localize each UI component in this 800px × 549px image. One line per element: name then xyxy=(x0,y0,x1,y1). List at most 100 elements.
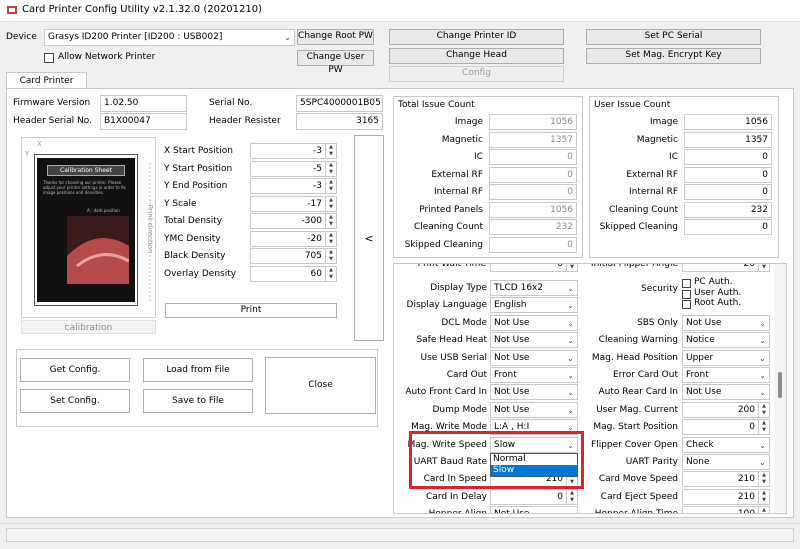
safe-head-heat-value: Not Use xyxy=(494,335,530,346)
user-ic-label: IC xyxy=(669,152,678,162)
save-file-button[interactable]: Save to File xyxy=(143,389,253,413)
chevron-down-icon: ⌄ xyxy=(567,371,574,380)
print-direction-label: Print direction xyxy=(146,204,154,254)
sbs-only-select[interactable]: Not Use ⌄ xyxy=(682,314,770,331)
tab-card-printer[interactable]: Card Printer xyxy=(6,72,87,89)
dcl-mode-select[interactable]: Not Use ⌄ xyxy=(490,314,578,331)
hopper-align-select[interactable]: Not Use ⌄ xyxy=(490,506,578,513)
dropdown-option-slow[interactable]: Slow xyxy=(491,464,577,476)
spinner-arrows-icon[interactable]: ▲▼ xyxy=(325,231,336,246)
mag-head-position-select[interactable]: Upper ⌄ xyxy=(682,349,770,366)
spinner-arrows-icon[interactable]: ▲▼ xyxy=(758,472,769,487)
mag-write-mode-label: Mag. Write Mode xyxy=(411,422,487,433)
spinner-arrows-icon[interactable]: ▲▼ xyxy=(325,144,336,158)
app-icon xyxy=(7,6,17,14)
flipper-angle-spinner[interactable]: 20▲▼ xyxy=(682,264,770,272)
dropdown-option-normal[interactable]: Normal xyxy=(491,454,577,465)
x-start-position-spinner[interactable]: -3 ▲ ▼ xyxy=(250,143,337,159)
y-start-position-spinner[interactable]: -5 ▲ ▼ xyxy=(250,160,337,177)
arrow-left-button[interactable]: < xyxy=(354,135,384,341)
y-scale-spinner[interactable]: -17 ▲ ▼ xyxy=(250,195,337,212)
spinner-arrows-icon[interactable]: ▲▼ xyxy=(758,507,769,513)
set-mag-key-button[interactable]: Set Mag. Encrypt Key xyxy=(586,48,761,64)
print-direction-indicator: Print direction xyxy=(144,163,156,303)
settings-scrollbar[interactable] xyxy=(774,264,786,513)
spinner-arrows-icon[interactable]: ▲▼ xyxy=(325,214,336,228)
spinner-arrows-icon[interactable]: ▲▼ xyxy=(325,249,336,263)
spinner-arrows-icon[interactable]: ▲▼ xyxy=(758,489,769,504)
mag-write-mode-select[interactable]: L:A , H:I ⌄ xyxy=(490,419,578,436)
flipper-cover-open-select[interactable]: Check ⌄ xyxy=(682,436,770,453)
auto-rear-card-in-select[interactable]: Not Use ⌄ xyxy=(682,384,770,401)
spinner-arrows-icon[interactable]: ▲▼ xyxy=(758,420,769,435)
total-printed-panels-value: 1056 xyxy=(489,201,577,218)
dump-mode-value: Not Use xyxy=(494,404,530,415)
card-move-speed-label: Card Move Speed xyxy=(598,474,678,485)
total-density-label: Total Density xyxy=(164,216,223,226)
total-cleaning-count-value: 232 xyxy=(489,219,577,235)
allow-network-checkbox[interactable] xyxy=(44,53,54,63)
get-config-button[interactable]: Get Config. xyxy=(20,358,130,382)
y-end-position-value: -3 xyxy=(313,181,322,191)
auto-front-card-in-select[interactable]: Not Use ⌄ xyxy=(490,384,578,401)
change-printer-id-button[interactable]: Change Printer ID xyxy=(389,29,564,45)
error-card-out-select[interactable]: Front ⌄ xyxy=(682,367,770,383)
spinner-arrows-icon[interactable]: ▲▼ xyxy=(758,402,769,417)
spinner-arrows-icon[interactable]: ▲▼ xyxy=(325,266,336,281)
uart-parity-value: None xyxy=(686,457,710,467)
hopper-align-time-spinner[interactable]: 100▲▼ xyxy=(682,506,770,513)
safe-head-heat-select[interactable]: Not Use ⌄ xyxy=(490,332,578,349)
black-density-spinner[interactable]: 705 ▲ ▼ xyxy=(250,248,337,264)
set-config-button[interactable]: Set Config. xyxy=(20,389,130,413)
mag-write-speed-dropdown[interactable]: Normal Slow xyxy=(490,452,578,477)
spinner-arrows-icon[interactable]: ▲▼ xyxy=(758,264,769,271)
overlay-density-spinner[interactable]: 60 ▲ ▼ xyxy=(250,265,337,282)
flipper-angle-label: Initial Flipper Angle xyxy=(590,263,678,269)
cleaning-warning-select[interactable]: Notice ⌄ xyxy=(682,332,770,349)
pc-auth-checkbox[interactable] xyxy=(682,279,691,288)
display-language-select[interactable]: English ⌄ xyxy=(490,297,578,314)
spinner-arrows-icon[interactable]: ▲▼ xyxy=(325,161,336,176)
config-button[interactable]: Config xyxy=(389,66,564,82)
print-wait-time-spinner[interactable]: 0▲▼ xyxy=(490,264,578,272)
dump-mode-select[interactable]: Not Use ⌄ xyxy=(490,401,578,418)
root-auth-checkbox[interactable] xyxy=(682,300,691,309)
display-type-select[interactable]: TLCD 16x2 ⌄ xyxy=(490,280,578,296)
print-button[interactable]: Print xyxy=(165,303,337,318)
mag-start-position-spinner[interactable]: 0 ▲ ▼ xyxy=(682,419,770,436)
mag-write-speed-select[interactable]: Slow ⌄ xyxy=(490,436,578,453)
spinner-arrows-icon[interactable]: ▲▼ xyxy=(325,196,336,211)
close-button[interactable]: Close xyxy=(265,357,376,414)
use-usb-serial-select[interactable]: Not Use ⌄ xyxy=(490,349,578,366)
ymc-density-spinner[interactable]: -20 ▲ ▼ xyxy=(250,230,337,247)
card-out-select[interactable]: Front ⌄ xyxy=(490,367,578,383)
user-mag-current-spinner[interactable]: 200 ▲ ▼ xyxy=(682,401,770,418)
card-in-delay-spinner[interactable]: 0 ▲ ▼ xyxy=(490,488,578,505)
user-auth-checkbox[interactable] xyxy=(682,289,691,299)
spinner-arrows-icon[interactable]: ▲▼ xyxy=(566,489,577,504)
card-eject-speed-spinner[interactable]: 210 ▲ ▼ xyxy=(682,488,770,505)
total-density-spinner[interactable]: -300 ▲ ▼ xyxy=(250,213,337,229)
mag-write-mode-value: L:A , H:I xyxy=(494,422,530,433)
set-pc-serial-button[interactable]: Set PC Serial xyxy=(586,29,761,45)
display-type-value: TLCD 16x2 xyxy=(494,283,544,293)
black-density-label: Black Density xyxy=(164,251,226,261)
user-magnetic-value: 1357 xyxy=(684,131,772,148)
change-root-pw-button[interactable]: Change Root PW xyxy=(297,29,374,45)
load-file-button[interactable]: Load from File xyxy=(143,358,253,382)
uart-parity-select[interactable]: None ⌄ xyxy=(682,454,770,470)
change-head-button[interactable]: Change Head xyxy=(389,48,564,64)
total-skipped-cleaning-value: 0 xyxy=(489,236,577,253)
spinner-arrows-icon[interactable]: ▲▼ xyxy=(566,264,577,271)
change-user-pw-button[interactable]: Change User PW xyxy=(297,50,374,75)
chevron-down-icon: ⌄ xyxy=(567,440,574,450)
card-out-label: Card Out xyxy=(446,370,487,380)
spinner-arrows-icon[interactable]: ▲▼ xyxy=(325,179,336,193)
settings-scrollbar-thumb[interactable] xyxy=(778,372,782,398)
card-move-speed-spinner[interactable]: 210 ▲ ▼ xyxy=(682,471,770,488)
hr-label: Header Resister xyxy=(209,116,281,126)
y-end-position-spinner[interactable]: -3 ▲ ▼ xyxy=(250,178,337,194)
total-magnetic-label: Magnetic xyxy=(441,134,483,145)
device-select[interactable]: Grasys ID200 Printer [ID200 : USB002] ⌄ xyxy=(44,29,295,46)
cleaning-warning-value: Notice xyxy=(686,335,715,346)
